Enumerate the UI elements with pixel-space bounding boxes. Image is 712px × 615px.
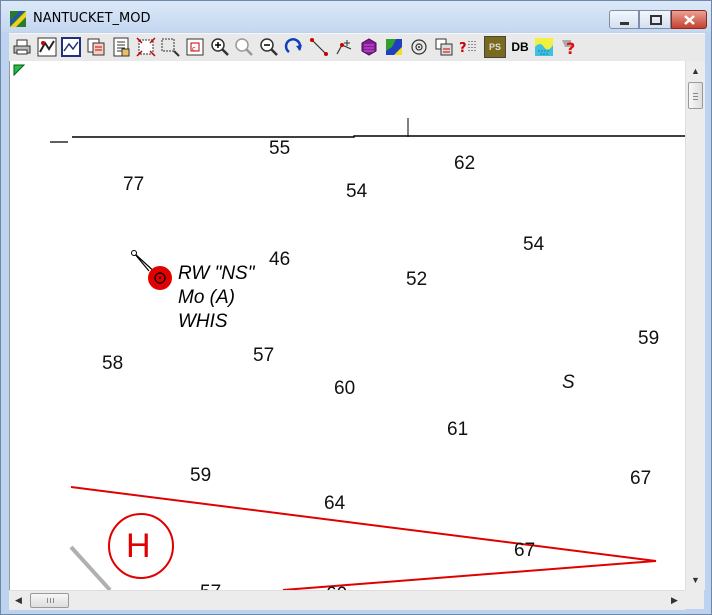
sounding: 58 [102, 353, 124, 374]
buoy-label: RW "NS" Mo (A) WHIS [178, 262, 254, 334]
map-layer-icon[interactable] [383, 36, 405, 58]
query-icon[interactable]: ? [458, 36, 480, 58]
print-icon[interactable] [11, 36, 33, 58]
scroll-right-arrow-icon[interactable]: ▶ [666, 592, 683, 609]
zoom-center-icon[interactable]: c [184, 36, 206, 58]
title-bar[interactable]: NANTUCKET_MOD [1, 1, 711, 32]
scroll-left-arrow-icon[interactable]: ◀ [10, 592, 27, 609]
corner-marker [13, 64, 26, 77]
sounding: 61 [447, 419, 469, 440]
window-title: NANTUCKET_MOD [33, 11, 151, 26]
shoreline [72, 135, 686, 138]
zoom-out-icon[interactable] [258, 36, 280, 58]
sounding: 57 [200, 583, 221, 590]
maximize-icon [650, 15, 662, 25]
zoom-fit-icon[interactable] [135, 36, 157, 58]
app-icon [10, 11, 26, 27]
vertical-scrollbar[interactable]: ▲ ▼ [685, 61, 705, 590]
buoy-fog-signal: WHIS [178, 311, 228, 332]
chart-canvas[interactable]: 55 62 77 54 54 46 52 59 58 57 60 61 59 6… [9, 61, 686, 590]
ps-button[interactable]: PS [484, 36, 506, 58]
bottom-quality-label: S [562, 372, 575, 393]
horizontal-scroll-thumb[interactable] [30, 593, 69, 608]
sounding: 55 [269, 138, 291, 159]
chart-overview-icon[interactable] [60, 36, 82, 58]
area-fill-icon[interactable] [358, 36, 380, 58]
vertical-scroll-thumb[interactable] [688, 82, 703, 109]
sounding: 54 [346, 181, 368, 202]
limit-line [70, 486, 657, 590]
zoom-box-icon[interactable] [159, 36, 181, 58]
scrollbar-corner [685, 590, 704, 609]
sounding: 52 [406, 269, 428, 290]
close-icon [684, 15, 695, 25]
sounding: 64 [324, 493, 346, 514]
buoy-light-character: Mo (A) [178, 287, 235, 308]
db-button[interactable]: DB [509, 36, 531, 58]
refresh-icon[interactable] [283, 36, 305, 58]
sounding: 77 [123, 174, 145, 195]
help-icon[interactable]: ? [558, 36, 580, 58]
sounding: 60 [334, 378, 356, 399]
target-icon[interactable] [408, 36, 430, 58]
chart-copy-icon[interactable] [85, 36, 107, 58]
sounding: 59 [638, 328, 660, 349]
sounding: 46 [269, 249, 291, 270]
application-window: NANTUCKET_MOD c ? PS DB ? 55 62 77 54 54… [0, 0, 712, 615]
buoy-name: RW "NS" [178, 263, 255, 284]
chart-list-icon[interactable] [110, 36, 132, 58]
sounding: 54 [523, 234, 545, 255]
svg-text:c: c [192, 45, 196, 53]
scroll-up-arrow-icon[interactable]: ▲ [687, 62, 704, 79]
minimize-button[interactable] [609, 10, 639, 29]
measure-line-icon[interactable] [308, 36, 330, 58]
sounding: 62 [454, 153, 476, 174]
minimize-icon [620, 22, 629, 25]
sounding: 59 [190, 465, 212, 486]
zoom-in-icon[interactable] [209, 36, 231, 58]
heliport-symbol: H [126, 527, 151, 565]
horizontal-scrollbar[interactable]: ◀ ▶ [9, 590, 685, 610]
svg-text:?: ? [566, 39, 575, 57]
zoom-magnifier-icon[interactable] [233, 36, 255, 58]
gray-hatched-boundary [69, 545, 112, 590]
svg-text:?: ? [459, 41, 467, 56]
scroll-down-arrow-icon[interactable]: ▼ [687, 571, 704, 588]
buoy-symbol [131, 250, 172, 290]
sounding: 67 [514, 540, 536, 561]
sounding: 57 [253, 345, 275, 366]
close-button[interactable] [671, 10, 707, 29]
chart-select-icon[interactable] [36, 36, 58, 58]
overlay-icon[interactable] [433, 36, 455, 58]
terrain-icon[interactable] [533, 36, 555, 58]
maximize-button[interactable] [639, 10, 671, 29]
toolbar: c ? PS DB ? [9, 33, 705, 61]
route-icon[interactable] [333, 36, 355, 58]
chart-vector-layer [13, 64, 686, 590]
sounding: 67 [630, 468, 652, 489]
